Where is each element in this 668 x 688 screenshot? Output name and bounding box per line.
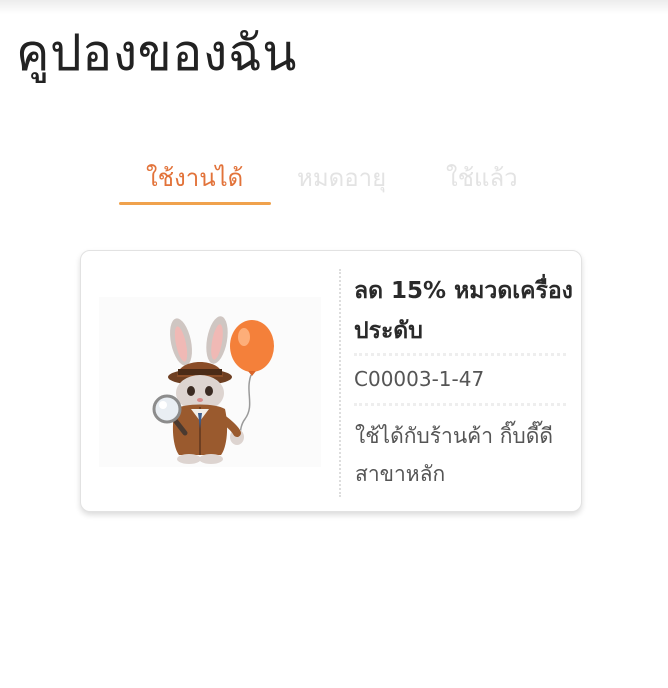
tab-used[interactable]: ใช้แล้ว — [446, 158, 518, 197]
coupon-store: ใช้ได้กับร้านค้า กิ๊บดี๊ดี สาขาหลัก — [355, 424, 554, 486]
coupon-card[interactable]: ลด 15% หมวดเครื่องประดับ C00003-1-47 ใช้… — [80, 250, 582, 512]
coupon-code: C00003-1-47 — [354, 367, 485, 391]
active-tab-indicator — [119, 202, 271, 205]
dotted-separator — [354, 403, 566, 406]
dotted-separator — [354, 353, 566, 356]
coupon-tabs: ใช้งานได้ หมดอายุ ใช้แล้ว — [0, 150, 668, 210]
coupon-title: ลด 15% หมวดเครื่องประดับ — [354, 278, 573, 344]
card-divider — [339, 269, 341, 497]
status-bar-shade — [0, 0, 668, 14]
detective-bunny-balloon-illustration — [99, 297, 321, 467]
page-title: คูปองของฉัน — [16, 24, 297, 82]
tab-expired[interactable]: หมดอายุ — [297, 158, 386, 197]
tab-available[interactable]: ใช้งานได้ — [146, 158, 243, 197]
